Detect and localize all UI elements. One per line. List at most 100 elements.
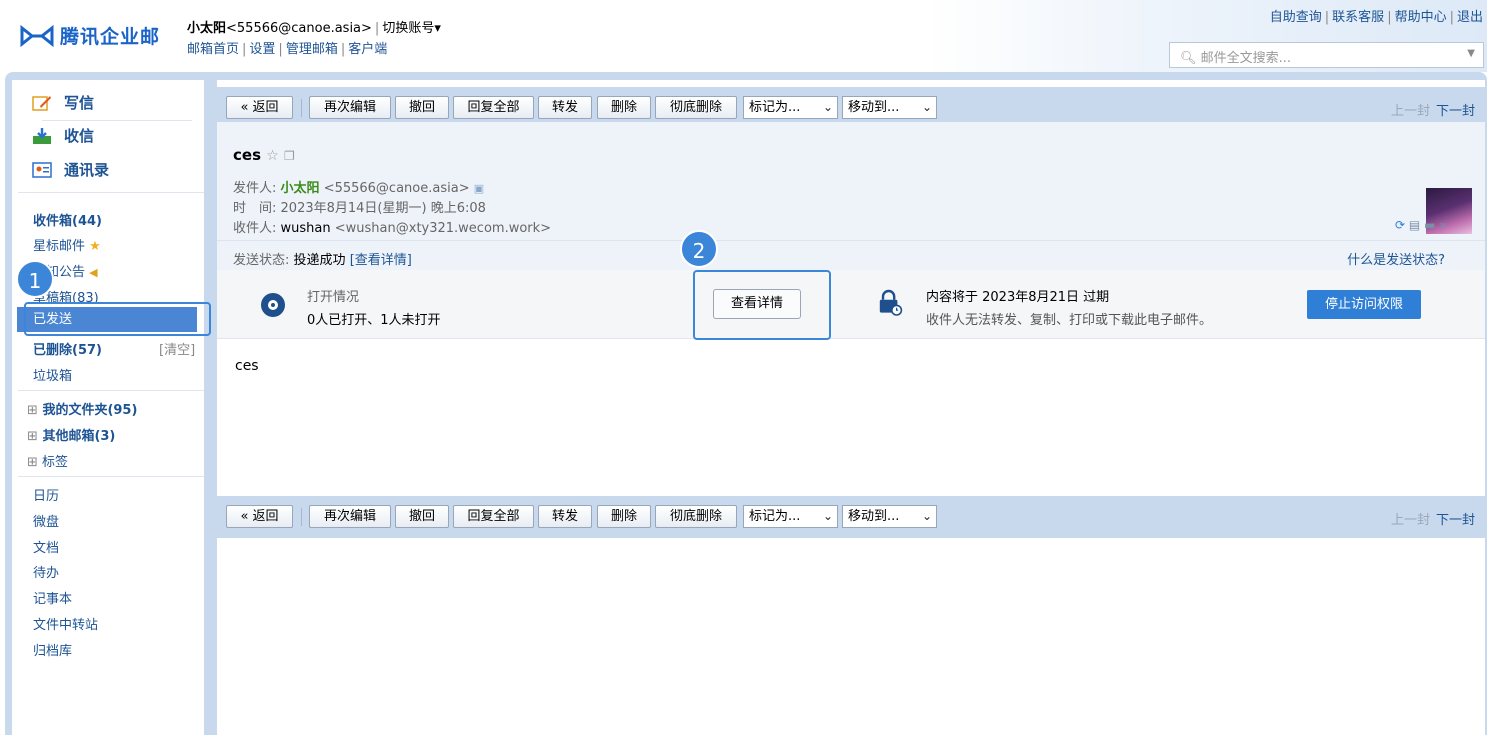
more-icon[interactable]: » bbox=[1439, 218, 1446, 232]
mail-header: ces ☆ ❐ 发件人: 小太阳 <55566@canoe.asia> ▣ 时 … bbox=[217, 122, 1485, 240]
star-outline-icon[interactable]: ☆ bbox=[266, 148, 279, 164]
re-edit-button[interactable]: 再次编辑 bbox=[309, 96, 391, 119]
forward-button[interactable]: 转发 bbox=[538, 96, 592, 119]
back-button[interactable]: « 返回 bbox=[226, 505, 293, 528]
next-mail-link[interactable]: 下一封 bbox=[1436, 104, 1475, 119]
logo[interactable]: 腾讯企业邮 bbox=[20, 22, 160, 49]
expand-icon: ⊞ bbox=[27, 429, 38, 444]
mail-subject: ces ☆ ❐ bbox=[233, 146, 295, 164]
add-contact-icon[interactable]: ▣ bbox=[474, 182, 484, 195]
permanent-delete-button[interactable]: 彻底删除 bbox=[655, 96, 737, 119]
self-service-link[interactable]: 自助查询 bbox=[1270, 10, 1322, 25]
account-name: 小太阳 bbox=[187, 21, 227, 36]
sent-highlight-frame bbox=[24, 302, 211, 336]
stop-access-button[interactable]: 停止访问权限 bbox=[1307, 290, 1421, 319]
bottom-toolbar: « 返回 再次编辑 撤回 回复全部 转发 删除 彻底删除 标记为... ⌄ 移动到… bbox=[217, 496, 1485, 538]
expire-title: 内容将于 2023年8月21日 过期 bbox=[926, 290, 1110, 305]
top-right-links: 自助查询 | 联系客服 | 帮助中心 | 退出 bbox=[1269, 10, 1483, 25]
chevron-down-icon: ⌄ bbox=[822, 100, 833, 114]
open-status-value: 0人已打开、1人未打开 bbox=[307, 313, 441, 328]
search-icon: 🔍︎ bbox=[1180, 51, 1197, 66]
logo-text: 腾讯企业邮 bbox=[60, 26, 161, 48]
client-link[interactable]: 客户端 bbox=[348, 42, 387, 57]
popout-icon[interactable]: ❐ bbox=[284, 149, 295, 163]
recall-button[interactable]: 撤回 bbox=[395, 96, 449, 119]
help-center-link[interactable]: 帮助中心 bbox=[1395, 10, 1447, 25]
move-to-select[interactable]: 移动到... ⌄ bbox=[842, 96, 937, 119]
switch-account-link[interactable]: 切换账号▾ bbox=[382, 21, 441, 36]
app-calendar[interactable]: 日历 bbox=[33, 485, 59, 504]
next-mail-link[interactable]: 下一封 bbox=[1436, 513, 1475, 528]
chevron-down-icon: ⌄ bbox=[921, 100, 932, 114]
contact-support-link[interactable]: 联系客服 bbox=[1332, 10, 1384, 25]
prev-mail-link[interactable]: 上一封 bbox=[1391, 513, 1430, 528]
compose-button[interactable]: 写信 bbox=[32, 92, 94, 113]
contacts-icon bbox=[32, 161, 52, 178]
permanent-delete-button[interactable]: 彻底删除 bbox=[655, 505, 737, 528]
group-tags[interactable]: ⊞ 标签 bbox=[27, 451, 68, 470]
reply-all-button[interactable]: 回复全部 bbox=[453, 96, 534, 119]
eye-icon bbox=[261, 293, 285, 317]
lock-clock-icon bbox=[879, 289, 903, 316]
delete-button[interactable]: 删除 bbox=[597, 505, 651, 528]
mark-as-select[interactable]: 标记为... ⌄ bbox=[743, 96, 838, 119]
app-docs[interactable]: 文档 bbox=[33, 537, 59, 556]
logo-icon bbox=[20, 24, 54, 47]
forward-button[interactable]: 转发 bbox=[538, 505, 592, 528]
move-to-select[interactable]: 移动到... ⌄ bbox=[842, 505, 937, 528]
sender-email: <55566@canoe.asia> bbox=[323, 181, 470, 196]
prev-mail-link[interactable]: 上一封 bbox=[1391, 104, 1430, 119]
back-button[interactable]: « 返回 bbox=[226, 96, 293, 119]
to-line: 收件人: wushan <wushan@xty321.wecom.work> bbox=[233, 221, 552, 236]
time-line: 时 间: 2023年8月14日(星期一) 晚上6:08 bbox=[233, 201, 486, 216]
annotation-badge-1: 1 bbox=[16, 260, 54, 298]
mark-as-select[interactable]: 标记为... ⌄ bbox=[743, 505, 838, 528]
note-icon[interactable]: ▤ bbox=[1409, 218, 1420, 232]
header: 腾讯企业邮 小太阳<55566@canoe.asia> | 切换账号▾ 邮箱首页 | 设… bbox=[0, 0, 1487, 72]
contacts-button[interactable]: 通讯录 bbox=[32, 159, 109, 180]
annotation-badge-2: 2 bbox=[680, 230, 718, 268]
send-status-detail-link[interactable]: [查看详情] bbox=[350, 253, 412, 268]
receive-button[interactable]: 收信 bbox=[32, 125, 94, 146]
chevron-down-icon: ⌄ bbox=[822, 509, 833, 523]
reply-all-button[interactable]: 回复全部 bbox=[453, 505, 534, 528]
mailbox-home-link[interactable]: 邮箱首页 bbox=[187, 42, 239, 57]
view-details-highlight-frame bbox=[693, 270, 831, 340]
sender-name[interactable]: 小太阳 bbox=[281, 181, 320, 196]
group-my-folders[interactable]: ⊞ 我的文件夹(95) bbox=[27, 399, 137, 418]
logout-link[interactable]: 退出 bbox=[1457, 10, 1483, 25]
folder-spam[interactable]: 垃圾箱 bbox=[33, 365, 72, 384]
pager: 上一封 下一封 bbox=[1391, 100, 1475, 119]
app-weipan[interactable]: 微盘 bbox=[33, 511, 59, 530]
what-is-send-status-link[interactable]: 什么是发送状态? bbox=[1347, 249, 1445, 268]
print-icon[interactable]: ▬ bbox=[1424, 218, 1435, 232]
speaker-icon: ◀ bbox=[89, 266, 98, 279]
mail-body: ces bbox=[235, 358, 259, 374]
recall-button[interactable]: 撤回 bbox=[395, 505, 449, 528]
recipient-name[interactable]: wushan bbox=[281, 221, 331, 236]
expand-icon: ⊞ bbox=[27, 403, 38, 418]
translate-icon[interactable]: ⟳ bbox=[1395, 218, 1405, 232]
clear-deleted-link[interactable]: [清空] bbox=[159, 339, 195, 358]
app-file-transfer[interactable]: 文件中转站 bbox=[33, 614, 98, 633]
folder-starred[interactable]: 星标邮件 ★ bbox=[33, 235, 101, 254]
delete-button[interactable]: 删除 bbox=[597, 96, 651, 119]
app-notes[interactable]: 记事本 bbox=[33, 588, 72, 607]
send-status-value: 投递成功 bbox=[293, 253, 346, 268]
folder-deleted[interactable]: 已删除(57) bbox=[33, 339, 102, 358]
re-edit-button[interactable]: 再次编辑 bbox=[309, 505, 391, 528]
pencil-icon bbox=[32, 95, 51, 111]
recipient-email: <wushan@xty321.wecom.work> bbox=[334, 221, 552, 236]
search-input[interactable]: 🔍︎ 邮件全文搜索... ▼ bbox=[1169, 42, 1484, 68]
chevron-down-icon: ⌄ bbox=[921, 509, 932, 523]
folder-inbox[interactable]: 收件箱(44) bbox=[33, 210, 102, 229]
app-archive[interactable]: 归档库 bbox=[33, 640, 72, 659]
admin-mailbox-link[interactable]: 管理邮箱 bbox=[286, 42, 338, 57]
open-status-title: 打开情况 bbox=[307, 290, 360, 305]
tracking-panel: 打开情况 0人已打开、1人未打开 查看详情 内容将于 2023年8月21日 过期… bbox=[217, 270, 1485, 339]
expand-icon: ⊞ bbox=[27, 455, 38, 470]
settings-link[interactable]: 设置 bbox=[249, 42, 275, 57]
search-dropdown-icon[interactable]: ▼ bbox=[1467, 48, 1475, 59]
group-other-mailboxes[interactable]: ⊞ 其他邮箱(3) bbox=[27, 425, 115, 444]
app-todo[interactable]: 待办 bbox=[33, 562, 59, 581]
